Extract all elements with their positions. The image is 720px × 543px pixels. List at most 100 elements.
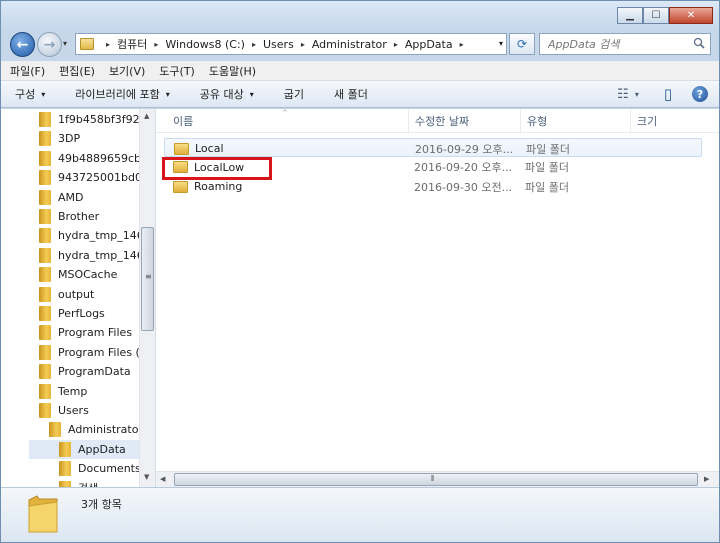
column-header-name[interactable]: 이름: [167, 109, 409, 133]
window-controls: ▁ ☐ ✕: [617, 7, 713, 24]
address-bar[interactable]: ▸ 컴퓨터 ▸ Windows8 (C:) ▸ Users ▸ Administrator ▸ A…: [75, 33, 507, 55]
address-dropdown[interactable]: ▾: [499, 39, 503, 48]
scroll-right-arrow[interactable]: ▶: [704, 475, 709, 483]
chevron-right-icon[interactable]: ▸: [154, 40, 158, 49]
new-folder-button[interactable]: 새 폴더: [334, 86, 368, 102]
folder-icon: [39, 383, 51, 399]
tree-item[interactable]: Program Files (: [9, 343, 140, 362]
breadcrumb-item[interactable]: 컴퓨터: [117, 36, 147, 52]
menu-item[interactable]: 보기(V): [109, 63, 145, 79]
preview-pane-button[interactable]: ▯: [659, 85, 677, 103]
back-button[interactable]: ←: [10, 32, 35, 57]
tree-item-label: 49b4889659cb: [58, 151, 141, 165]
menu-bar: 파일(F) 편집(E) 보기(V) 도구(T) 도움말(H): [1, 61, 719, 81]
menu-item[interactable]: 편집(E): [59, 63, 95, 79]
tree-item[interactable]: MSOCache: [9, 265, 139, 284]
tree-item[interactable]: Administrato: [19, 420, 139, 439]
horizontal-scrollbar[interactable]: ◀ ⦀ ▶: [156, 471, 719, 487]
chevron-down-icon: ▾: [634, 89, 639, 99]
tree-item-label: Program Files (: [58, 345, 140, 359]
menu-item[interactable]: 파일(F): [10, 63, 45, 79]
share-with-button[interactable]: 공유 대상 ▾: [200, 86, 254, 102]
menu-item[interactable]: 도구(T): [159, 63, 195, 79]
search-icon[interactable]: [693, 37, 705, 49]
breadcrumb-item[interactable]: Administrator: [312, 38, 387, 51]
library-label: 라이브러리에 포함: [75, 88, 160, 101]
organize-button[interactable]: 구성 ▾: [15, 86, 45, 102]
tree-item-label: 943725001bd0: [58, 171, 142, 185]
chevron-right-icon[interactable]: ▸: [106, 40, 110, 49]
tree-item[interactable]: Users: [9, 401, 139, 420]
tree-item[interactable]: 1f9b458bf3f92: [9, 110, 140, 129]
folder-icon: [80, 38, 94, 50]
tree-item-label: 3DP: [58, 132, 81, 146]
tree-item[interactable]: Temp: [9, 382, 139, 401]
tree-item[interactable]: Documents: [29, 459, 141, 478]
tree-item-label: MSOCache: [58, 268, 118, 282]
details-pane: 3개 항목: [1, 487, 719, 542]
chevron-right-icon[interactable]: ▸: [394, 40, 398, 49]
folder-icon: [39, 344, 51, 360]
forward-button[interactable]: →: [37, 32, 62, 57]
scroll-thumb[interactable]: ⦀: [174, 473, 698, 486]
search-box[interactable]: [539, 33, 711, 55]
folder-icon: [39, 325, 51, 341]
tree-item[interactable]: 검색: [29, 479, 139, 487]
tree-item[interactable]: PerfLogs: [9, 304, 139, 323]
tree-item[interactable]: AMD: [9, 188, 139, 207]
annotation-highlight: [162, 157, 272, 180]
tree-item[interactable]: Program Files: [9, 323, 139, 342]
tree-item[interactable]: hydra_tmp_146: [9, 246, 144, 265]
close-button[interactable]: ✕: [669, 7, 713, 24]
type-cell: 파일 폴더: [525, 161, 569, 174]
tree-item[interactable]: ProgramData: [9, 362, 139, 381]
maximize-button[interactable]: ☐: [643, 7, 669, 24]
chevron-right-icon[interactable]: ▸: [460, 40, 464, 49]
tree-item[interactable]: Brother: [9, 207, 139, 226]
file-name: Roaming: [194, 180, 243, 193]
scroll-thumb[interactable]: ≡: [141, 227, 154, 331]
column-headers: ^ 이름 수정한 날짜 유형 크기: [156, 109, 719, 133]
folder-icon: [28, 495, 58, 533]
breadcrumb-item[interactable]: AppData: [405, 38, 453, 51]
scroll-down-arrow[interactable]: ▼: [144, 473, 149, 481]
folder-icon: [39, 364, 51, 380]
tree-item[interactable]: 49b4889659cb: [9, 149, 141, 168]
tree-item[interactable]: AppData: [29, 439, 139, 459]
view-icon: ☷: [617, 86, 629, 102]
tree-item[interactable]: 3DP: [9, 129, 139, 148]
menu-item[interactable]: 도움말(H): [209, 63, 256, 79]
minimize-button[interactable]: ▁: [617, 7, 643, 24]
help-icon: ?: [692, 86, 708, 102]
column-header-type[interactable]: 유형: [521, 109, 631, 133]
file-row[interactable]: Local 2016-09-29 오후... 파일 폴더: [164, 138, 702, 157]
refresh-button[interactable]: ⟳: [509, 33, 535, 55]
vertical-scrollbar[interactable]: ▲ ≡ ▼: [139, 109, 155, 487]
item-count: 3개 항목: [81, 498, 122, 511]
history-dropdown[interactable]: ▾: [63, 39, 67, 48]
column-header-modified[interactable]: 수정한 날짜: [409, 109, 521, 133]
chevron-right-icon[interactable]: ▸: [301, 40, 305, 49]
help-button[interactable]: ?: [691, 85, 709, 103]
folder-icon: [39, 286, 51, 302]
scroll-left-arrow[interactable]: ◀: [160, 475, 165, 483]
search-input[interactable]: [548, 37, 688, 51]
breadcrumb-item[interactable]: Windows8 (C:): [165, 38, 245, 51]
title-bar[interactable]: ▁ ☐ ✕: [1, 1, 719, 29]
burn-button[interactable]: 굽기: [284, 86, 304, 102]
tree-item-label: Temp: [58, 384, 88, 398]
change-view-button[interactable]: ☷ ▾: [611, 85, 645, 103]
grip-icon: ⦀: [431, 474, 435, 483]
tree-item[interactable]: 943725001bd0: [9, 168, 142, 187]
tree-item[interactable]: output: [9, 285, 139, 304]
tree-item[interactable]: hydra_tmp_146: [9, 226, 144, 245]
command-bar: 구성 ▾ 라이브러리에 포함 ▾ 공유 대상 ▾ 굽기 새 폴더 ☷ ▾ ▯ ?: [1, 81, 719, 108]
tree-item-label: ProgramData: [58, 365, 131, 379]
breadcrumb-item[interactable]: Users: [263, 38, 294, 51]
column-header-size[interactable]: 크기: [631, 109, 711, 133]
scroll-up-arrow[interactable]: ▲: [144, 112, 149, 120]
file-list-pane: ^ 이름 수정한 날짜 유형 크기 Local 2016-09-29 오후... 파…: [156, 109, 719, 487]
folder-icon: [39, 189, 51, 205]
chevron-right-icon[interactable]: ▸: [252, 40, 256, 49]
include-in-library-button[interactable]: 라이브러리에 포함 ▾: [75, 86, 169, 102]
